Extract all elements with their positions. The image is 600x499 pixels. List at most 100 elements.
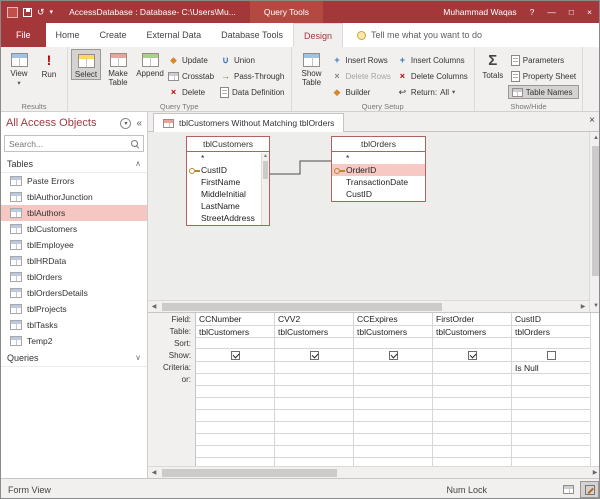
grid-empty-cell[interactable] <box>275 434 354 446</box>
field-row[interactable]: * <box>187 152 269 164</box>
grid-empty-cell[interactable] <box>196 422 275 434</box>
grid-or-cell[interactable] <box>512 374 591 386</box>
scrollbar-thumb[interactable] <box>592 146 600 276</box>
tab-file[interactable]: File <box>1 23 46 47</box>
grid-empty-cell[interactable] <box>354 458 433 466</box>
grid-empty-cell[interactable] <box>354 434 433 446</box>
sidebar-item-paste-errors[interactable]: Paste Errors <box>1 173 147 189</box>
field-list-tblcustomers[interactable]: tblCustomers * CustID FirstName MiddleIn… <box>186 136 270 226</box>
tab-home[interactable]: Home <box>46 23 90 47</box>
grid-empty-cell[interactable] <box>354 398 433 410</box>
grid-sort-cell[interactable] <box>196 338 275 349</box>
sidebar-item-tblordersdetails[interactable]: tblOrdersDetails <box>1 285 147 301</box>
grid-table-cell[interactable]: tblCustomers <box>433 326 512 338</box>
grid-empty-cell[interactable] <box>354 446 433 458</box>
grid-empty-cell[interactable] <box>275 398 354 410</box>
crosstab-button[interactable]: Crosstab <box>165 69 217 83</box>
grid-empty-cell[interactable] <box>512 398 591 410</box>
grid-empty-cell[interactable] <box>433 458 512 466</box>
grid-sort-cell[interactable] <box>275 338 354 349</box>
close-document-icon[interactable]: × <box>589 115 595 126</box>
sidebar-item-tblcustomers[interactable]: tblCustomers <box>1 221 147 237</box>
field-row[interactable]: TransactionDate <box>332 176 425 188</box>
nav-menu-icon[interactable]: ▾ <box>120 118 131 129</box>
update-button[interactable]: ◆ Update <box>165 53 217 67</box>
show-checkbox[interactable] <box>547 351 556 360</box>
grid-empty-cell[interactable] <box>433 422 512 434</box>
qat-dropdown-icon[interactable]: ▾ <box>50 8 54 16</box>
field-row[interactable]: CustID <box>332 188 425 200</box>
grid-sort-cell[interactable] <box>433 338 512 349</box>
field-row[interactable]: FirstName <box>187 176 269 188</box>
grid-criteria-cell[interactable] <box>196 362 275 374</box>
sidebar-item-tbltasks[interactable]: tblTasks <box>1 317 147 333</box>
field-row-highlighted[interactable]: OrderID <box>332 164 425 176</box>
grid-empty-cell[interactable] <box>354 422 433 434</box>
grid-table-cell[interactable]: tblCustomers <box>275 326 354 338</box>
search-input[interactable] <box>5 139 131 149</box>
scrollbar-thumb[interactable] <box>162 303 442 311</box>
grid-empty-cell[interactable] <box>433 410 512 422</box>
grid-empty-cell[interactable] <box>433 434 512 446</box>
insert-columns-button[interactable]: + Insert Columns <box>394 53 471 67</box>
delete-columns-button[interactable]: × Delete Columns <box>394 69 471 83</box>
tab-design[interactable]: Design <box>293 23 343 47</box>
make-table-button[interactable]: Make Table <box>101 49 135 87</box>
grid-empty-cell[interactable] <box>512 422 591 434</box>
grid-empty-cell[interactable] <box>196 386 275 398</box>
show-table-button[interactable]: Show Table <box>295 49 329 87</box>
collapse-pane-icon[interactable]: « <box>136 118 142 129</box>
grid-empty-cell[interactable] <box>512 458 591 466</box>
sidebar-item-temp2[interactable]: Temp2 <box>1 333 147 349</box>
grid-empty-cell[interactable] <box>433 398 512 410</box>
datasheet-view-button[interactable] <box>559 481 578 498</box>
grid-empty-cell[interactable] <box>275 446 354 458</box>
query-design-canvas[interactable]: tblCustomers * CustID FirstName MiddleIn… <box>148 132 589 300</box>
grid-empty-cell[interactable] <box>512 410 591 422</box>
grid-table-cell[interactable]: tblCustomers <box>196 326 275 338</box>
totals-button[interactable]: Σ Totals <box>478 49 508 80</box>
grid-table-cell[interactable]: tblOrders <box>512 326 591 338</box>
section-tables[interactable]: Tables ∧ <box>1 155 147 173</box>
show-checkbox[interactable] <box>389 351 398 360</box>
field-row[interactable]: StreetAddress <box>187 212 269 224</box>
grid-or-cell[interactable] <box>433 374 512 386</box>
grid-criteria-cell[interactable] <box>354 362 433 374</box>
grid-empty-cell[interactable] <box>196 458 275 466</box>
show-checkbox[interactable] <box>310 351 319 360</box>
canvas-vertical-scrollbar[interactable]: ▲ ▼ <box>589 132 600 312</box>
sidebar-item-tblorders[interactable]: tblOrders <box>1 269 147 285</box>
grid-empty-cell[interactable] <box>512 434 591 446</box>
sidebar-item-tblauthors[interactable]: tblAuthors <box>1 205 147 221</box>
help-button[interactable]: ? <box>530 7 535 17</box>
view-button[interactable]: View ▾ <box>4 49 34 88</box>
user-name[interactable]: Muhammad Waqas <box>443 7 516 17</box>
grid-criteria-cell[interactable] <box>275 362 354 374</box>
scroll-up-icon[interactable]: ▲ <box>590 132 600 144</box>
append-button[interactable]: Append <box>135 49 165 78</box>
tab-database-tools[interactable]: Database Tools <box>211 23 293 47</box>
scrollbar-thumb[interactable] <box>162 469 337 477</box>
grid-empty-cell[interactable] <box>354 386 433 398</box>
grid-empty-cell[interactable] <box>196 398 275 410</box>
grid-or-cell[interactable] <box>196 374 275 386</box>
field-row[interactable]: * <box>332 152 425 164</box>
grid-horizontal-scrollbar[interactable]: ◀ ▶ <box>148 466 600 478</box>
show-checkbox[interactable] <box>231 351 240 360</box>
field-list-scrollbar[interactable]: ▲ <box>261 153 269 225</box>
field-row[interactable]: CustID <box>187 164 269 176</box>
minimize-button[interactable]: — <box>547 7 556 17</box>
grid-field-cell[interactable]: CCExpires <box>354 313 433 326</box>
sidebar-item-tblauthorjunction[interactable]: tblAuthorJunction <box>1 189 147 205</box>
tab-create[interactable]: Create <box>90 23 137 47</box>
grid-criteria-cell[interactable] <box>433 362 512 374</box>
grid-empty-cell[interactable] <box>196 434 275 446</box>
section-queries[interactable]: Queries ∨ <box>1 349 147 367</box>
grid-empty-cell[interactable] <box>512 386 591 398</box>
delete-query-button[interactable]: × Delete <box>165 85 217 99</box>
return-dropdown[interactable]: ↩ Return: All ▾ <box>394 85 471 99</box>
parameters-button[interactable]: Parameters <box>508 53 579 67</box>
grid-or-cell[interactable] <box>275 374 354 386</box>
grid-empty-cell[interactable] <box>433 446 512 458</box>
sidebar-item-tblprojects[interactable]: tblProjects <box>1 301 147 317</box>
